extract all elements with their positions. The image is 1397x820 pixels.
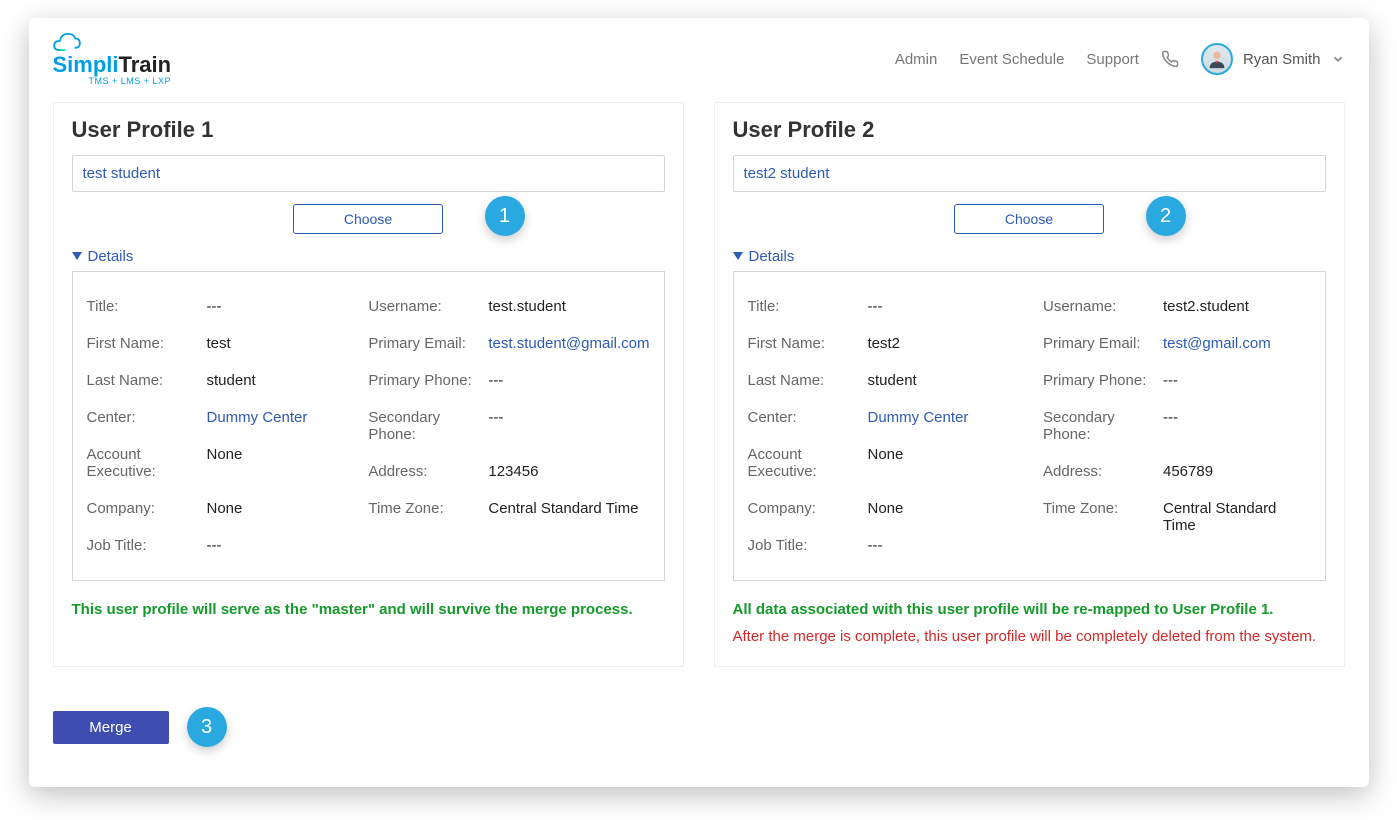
- merge-row: Merge 3: [29, 667, 1369, 747]
- step-badge-3: 3: [187, 707, 227, 747]
- value-primary-phone: ---: [1163, 372, 1311, 389]
- label-primary-phone: Primary Phone:: [368, 372, 488, 389]
- value-primary-email[interactable]: test@gmail.com: [1163, 335, 1311, 352]
- profile-columns: User Profile 1 Choose 1 Details Title:--…: [29, 92, 1369, 667]
- value-company: None: [207, 500, 341, 517]
- label-company: Company:: [87, 500, 207, 517]
- details-grid: Title:--- First Name:test2 Last Name:stu…: [733, 271, 1326, 581]
- value-secondary-phone: ---: [488, 409, 649, 443]
- profile-search-input[interactable]: [733, 155, 1326, 192]
- user-name: Ryan Smith: [1243, 51, 1321, 68]
- value-time-zone: Central Standard Time: [1163, 500, 1311, 534]
- logo-text-secondary: Train: [119, 52, 172, 78]
- label-account-exec: Account Executive:: [87, 446, 207, 480]
- label-primary-email: Primary Email:: [1043, 335, 1163, 352]
- label-center: Center:: [748, 409, 868, 426]
- details-toggle[interactable]: Details: [72, 248, 665, 265]
- value-title: ---: [868, 298, 1016, 315]
- details-label: Details: [749, 248, 795, 265]
- label-title: Title:: [87, 298, 207, 315]
- profile-panel-1: User Profile 1 Choose 1 Details Title:--…: [53, 102, 684, 667]
- value-job-title: ---: [868, 537, 1016, 554]
- label-job-title: Job Title:: [87, 537, 207, 554]
- merge-button[interactable]: Merge: [53, 711, 169, 744]
- header: SimpliTrain TMS + LMS + LXP Admin Event …: [29, 18, 1369, 92]
- label-center: Center:: [87, 409, 207, 426]
- step-badge-1: 1: [485, 196, 525, 236]
- label-last-name: Last Name:: [87, 372, 207, 389]
- label-account-exec: Account Executive:: [748, 446, 868, 480]
- cloud-icon: [53, 32, 81, 52]
- choose-button[interactable]: Choose: [293, 204, 443, 234]
- label-primary-phone: Primary Phone:: [1043, 372, 1163, 389]
- user-menu[interactable]: Ryan Smith: [1201, 43, 1345, 75]
- value-title: ---: [207, 298, 341, 315]
- profile-search-input[interactable]: [72, 155, 665, 192]
- nav-support[interactable]: Support: [1086, 51, 1139, 68]
- label-primary-email: Primary Email:: [368, 335, 488, 352]
- chevron-down-icon: [1331, 52, 1345, 66]
- value-primary-phone: ---: [488, 372, 649, 389]
- value-account-exec: None: [207, 446, 341, 480]
- details-toggle[interactable]: Details: [733, 248, 1326, 265]
- choose-button[interactable]: Choose: [954, 204, 1104, 234]
- value-time-zone: Central Standard Time: [488, 500, 649, 517]
- label-address: Address:: [368, 463, 488, 480]
- value-first-name: test: [207, 335, 341, 352]
- details-grid: Title:--- First Name:test Last Name:stud…: [72, 271, 665, 581]
- label-job-title: Job Title:: [748, 537, 868, 554]
- profile-panel-2: User Profile 2 Choose 2 Details Title:--…: [714, 102, 1345, 667]
- logo-tagline: TMS + LMS + LXP: [89, 76, 172, 86]
- label-time-zone: Time Zone:: [1043, 500, 1163, 534]
- value-secondary-phone: ---: [1163, 409, 1311, 443]
- label-first-name: First Name:: [748, 335, 868, 352]
- person-icon: [1206, 48, 1228, 70]
- logo[interactable]: SimpliTrain TMS + LMS + LXP: [53, 32, 172, 86]
- value-address: 123456: [488, 463, 649, 480]
- value-center[interactable]: Dummy Center: [868, 409, 1016, 426]
- nav-admin[interactable]: Admin: [895, 51, 938, 68]
- avatar: [1201, 43, 1233, 75]
- logo-text-primary: Simpli: [53, 52, 119, 78]
- panel-title: User Profile 2: [733, 117, 1326, 143]
- label-secondary-phone: Secondary Phone:: [368, 409, 488, 443]
- label-last-name: Last Name:: [748, 372, 868, 389]
- details-label: Details: [88, 248, 134, 265]
- label-first-name: First Name:: [87, 335, 207, 352]
- label-username: Username:: [368, 298, 488, 315]
- value-account-exec: None: [868, 446, 1016, 480]
- nav-event-schedule[interactable]: Event Schedule: [959, 51, 1064, 68]
- value-company: None: [868, 500, 1016, 517]
- phone-icon[interactable]: [1161, 50, 1179, 68]
- note-delete: After the merge is complete, this user p…: [733, 626, 1326, 649]
- value-address: 456789: [1163, 463, 1311, 480]
- value-username: test2.student: [1163, 298, 1311, 315]
- triangle-down-icon: [72, 252, 82, 262]
- label-address: Address:: [1043, 463, 1163, 480]
- triangle-down-icon: [733, 252, 743, 262]
- label-company: Company:: [748, 500, 868, 517]
- step-badge-2: 2: [1146, 196, 1186, 236]
- note-remap: All data associated with this user profi…: [733, 599, 1326, 622]
- header-right: Admin Event Schedule Support Ryan Smith: [895, 43, 1345, 75]
- label-username: Username:: [1043, 298, 1163, 315]
- value-center[interactable]: Dummy Center: [207, 409, 341, 426]
- value-username: test.student: [488, 298, 649, 315]
- value-last-name: student: [207, 372, 341, 389]
- note-master: This user profile will serve as the "mas…: [72, 599, 665, 622]
- panel-title: User Profile 1: [72, 117, 665, 143]
- value-primary-email[interactable]: test.student@gmail.com: [488, 335, 649, 352]
- value-job-title: ---: [207, 537, 341, 554]
- label-time-zone: Time Zone:: [368, 500, 488, 517]
- value-last-name: student: [868, 372, 1016, 389]
- app-shell: SimpliTrain TMS + LMS + LXP Admin Event …: [29, 18, 1369, 787]
- label-secondary-phone: Secondary Phone:: [1043, 409, 1163, 443]
- value-first-name: test2: [868, 335, 1016, 352]
- label-title: Title:: [748, 298, 868, 315]
